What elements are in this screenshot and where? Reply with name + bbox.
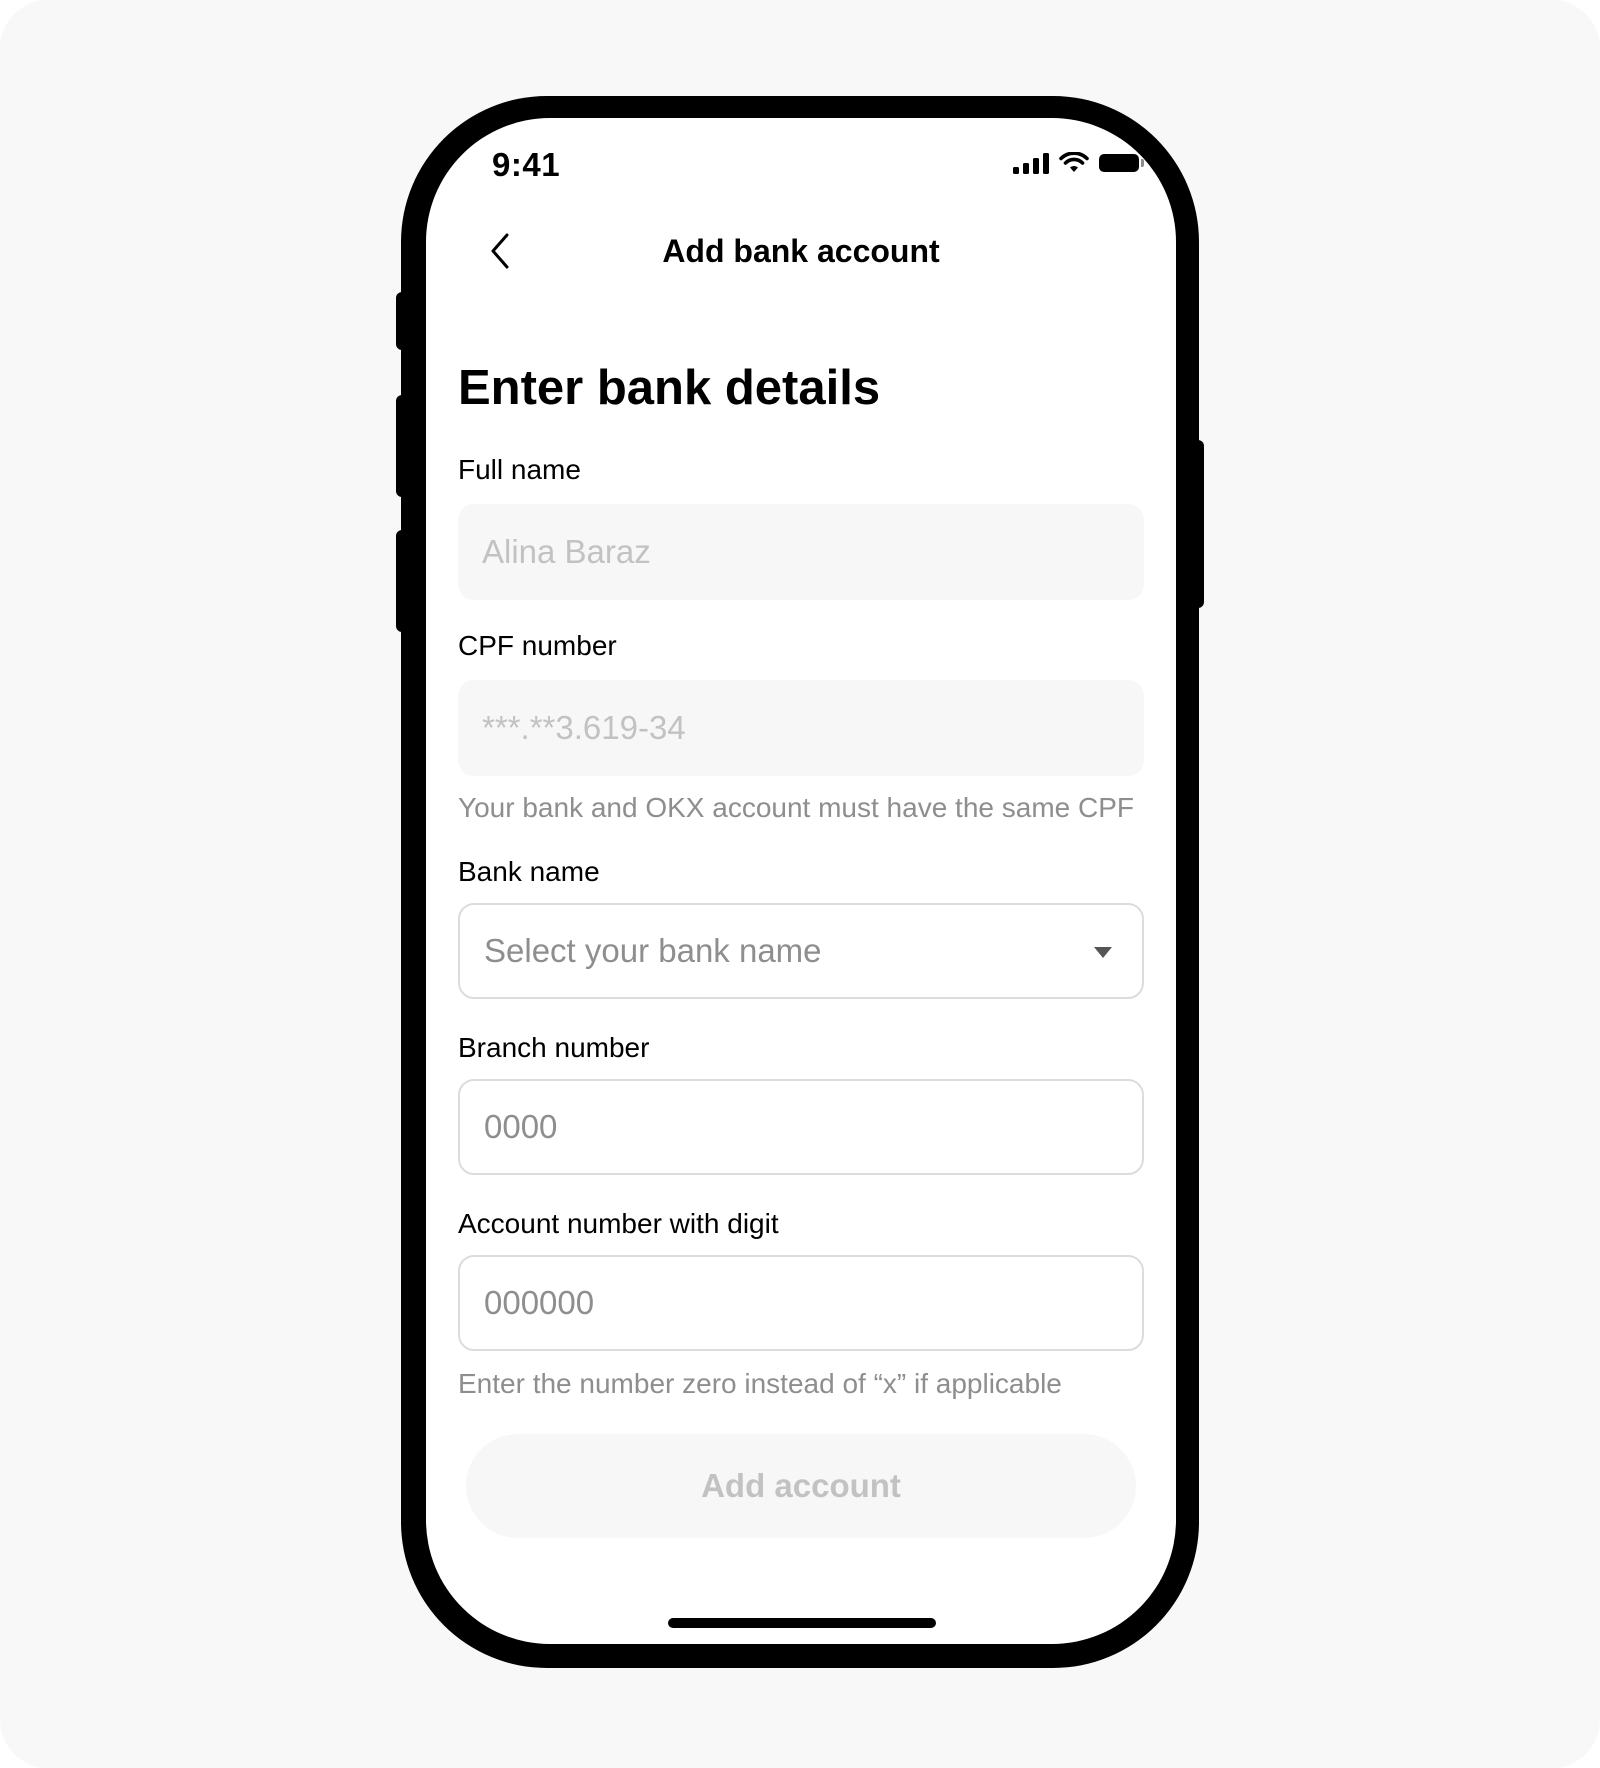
account-number-field-wrapper: [458, 1255, 1144, 1351]
battery-icon: [1099, 154, 1144, 172]
full-name-field: Alina Baraz: [458, 504, 1144, 600]
account-number-label: Account number with digit: [458, 1208, 779, 1239]
account-number-input[interactable]: [484, 1284, 1142, 1322]
add-account-button[interactable]: Add account: [466, 1434, 1136, 1538]
branch-number-label: Branch number: [458, 1032, 650, 1063]
phone-screen: 9:41 Add bank account Enter bank details…: [426, 118, 1176, 1644]
background-canvas: 9:41 Add bank account Enter bank details…: [0, 0, 1600, 1768]
caret-down-icon: [1094, 947, 1112, 958]
status-time: 9:41: [492, 146, 561, 183]
wifi-icon: [1059, 152, 1089, 172]
page-title: Add bank account: [662, 233, 940, 269]
branch-number-field-wrapper: [458, 1079, 1144, 1175]
cpf-value: ***.**3.619-34: [482, 709, 686, 746]
signal-icon: [1013, 152, 1049, 174]
full-name-label: Full name: [458, 454, 581, 485]
branch-number-input[interactable]: [484, 1108, 1142, 1146]
cpf-field: ***.**3.619-34: [458, 680, 1144, 776]
cpf-label: CPF number: [458, 630, 617, 661]
bank-name-placeholder: Select your bank name: [484, 932, 822, 969]
account-helper-text: Enter the number zero instead of “x” if …: [458, 1368, 1062, 1399]
bank-name-select[interactable]: Select your bank name: [458, 903, 1144, 999]
bank-name-label: Bank name: [458, 856, 600, 887]
full-name-value: Alina Baraz: [482, 533, 651, 570]
cpf-helper-text: Your bank and OKX account must have the …: [458, 792, 1135, 823]
status-icons: [1013, 152, 1144, 174]
section-heading: Enter bank details: [458, 361, 881, 415]
home-indicator: [668, 1618, 936, 1628]
